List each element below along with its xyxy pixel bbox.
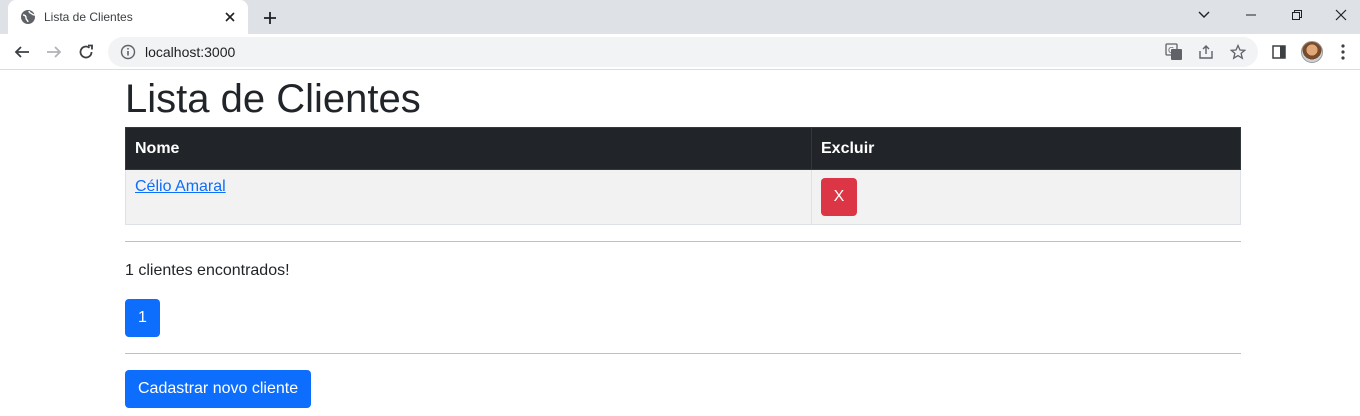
side-panel-icon[interactable]: [1265, 38, 1293, 66]
cell-nome: Célio Amaral: [125, 169, 812, 225]
browser-tab-bar: Lista de Clientes: [0, 0, 1360, 34]
profile-avatar[interactable]: [1298, 38, 1326, 66]
restore-icon[interactable]: [1274, 0, 1320, 30]
minimize-icon[interactable]: [1228, 0, 1274, 30]
tab-search-icon[interactable]: [1181, 0, 1227, 30]
forward-arrow-icon[interactable]: [40, 38, 68, 66]
table-row: Célio Amaral X: [125, 169, 1241, 225]
tab-title: Lista de Clientes: [44, 10, 133, 24]
svg-text:G: G: [1168, 46, 1174, 55]
delete-button[interactable]: X: [821, 178, 857, 216]
info-icon[interactable]: [120, 44, 136, 60]
share-icon[interactable]: [1194, 41, 1218, 63]
clients-table: Nome Excluir Célio Amaral X: [125, 127, 1241, 225]
new-tab-button[interactable]: [259, 7, 281, 29]
close-window-icon[interactable]: [1318, 0, 1360, 30]
close-tab-icon[interactable]: [222, 9, 238, 25]
bookmark-star-icon[interactable]: [1226, 41, 1250, 63]
translate-icon[interactable]: G: [1162, 41, 1186, 63]
column-header-excluir: Excluir: [811, 127, 1241, 170]
browser-tab[interactable]: Lista de Clientes: [8, 0, 248, 34]
pagination: 1: [125, 299, 1241, 337]
globe-icon: [20, 9, 36, 25]
cell-excluir: X: [811, 169, 1241, 225]
table-header-row: Nome Excluir: [125, 127, 1241, 170]
divider: [125, 353, 1241, 354]
add-client-button[interactable]: Cadastrar novo cliente: [125, 370, 312, 408]
menu-kebab-icon[interactable]: [1329, 38, 1357, 66]
results-count: 1 clientes encontrados!: [125, 262, 290, 279]
divider: [125, 241, 1241, 242]
client-name-link[interactable]: Célio Amaral: [135, 178, 226, 195]
address-bar[interactable]: localhost:3000 G: [108, 37, 1258, 67]
avatar: [1301, 41, 1323, 63]
back-arrow-icon[interactable]: [8, 38, 36, 66]
browser-toolbar: localhost:3000 G: [0, 34, 1360, 70]
page-content: Lista de Clientes Nome Excluir Célio Ama…: [125, 71, 1241, 408]
reload-icon[interactable]: [72, 38, 100, 66]
page-button-1[interactable]: 1: [125, 299, 160, 337]
column-header-nome: Nome: [125, 127, 812, 170]
page-title: Lista de Clientes: [125, 77, 421, 121]
url-text: localhost:3000: [145, 44, 236, 60]
